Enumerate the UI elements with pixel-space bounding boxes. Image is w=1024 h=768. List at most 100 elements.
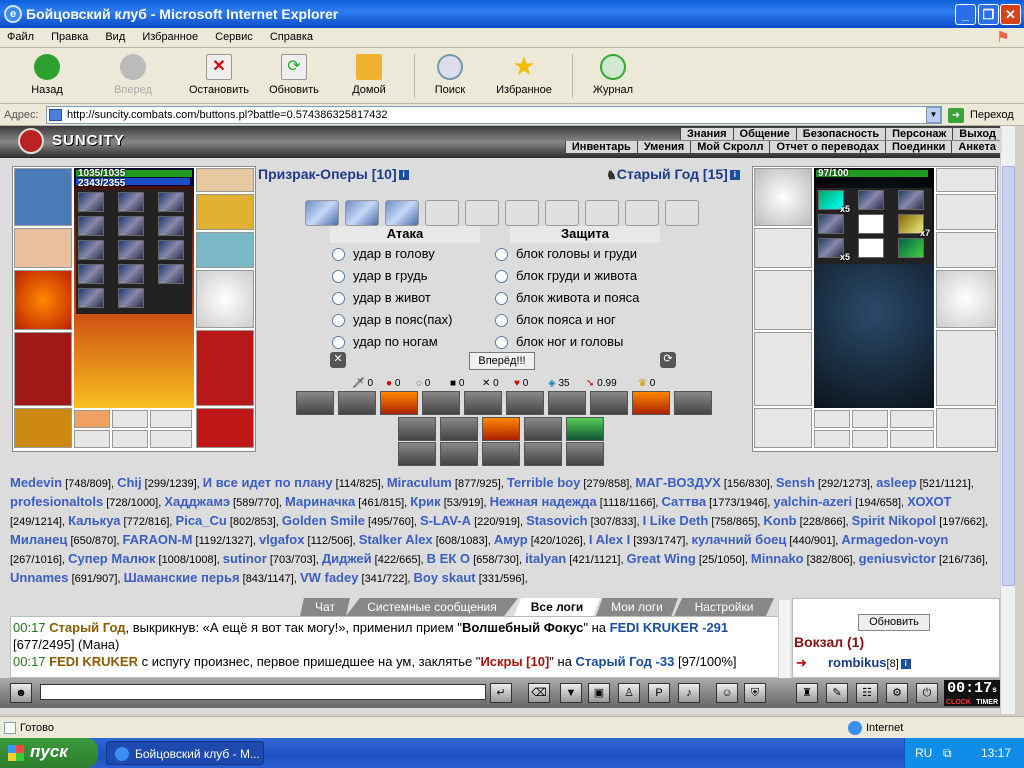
effect-icon[interactable]	[118, 264, 144, 284]
tab-chat[interactable]: Чат	[300, 598, 350, 616]
online-player-name[interactable]: ХОХОТ	[907, 494, 951, 509]
online-player-name[interactable]: geniusvictor	[859, 551, 936, 566]
music-icon[interactable]: ♪	[678, 683, 700, 703]
menu-view[interactable]: Вид	[98, 28, 132, 46]
ring-slot[interactable]	[150, 410, 192, 428]
ability-icon[interactable]	[338, 391, 376, 415]
scrollbar-thumb[interactable]	[1002, 166, 1015, 586]
online-player-name[interactable]: Хадджамэ	[164, 494, 230, 509]
radio-button[interactable]	[495, 292, 508, 306]
ability-icon[interactable]	[524, 417, 562, 441]
effect-icon[interactable]	[118, 288, 144, 308]
belt-slot[interactable]	[14, 408, 72, 448]
online-player-name[interactable]: vlgafox	[259, 532, 305, 547]
defense-option[interactable]: блок живота и пояса	[495, 290, 639, 306]
ability-icon[interactable]	[398, 417, 436, 441]
gloves-slot[interactable]	[196, 232, 254, 268]
attack-option[interactable]: удар в пояс(пах)	[332, 312, 452, 328]
enemy-helmet-slot[interactable]	[754, 168, 812, 226]
eraser-icon[interactable]: ⌫	[528, 683, 550, 703]
online-player-name[interactable]: Диджей	[322, 551, 372, 566]
forward-button[interactable]: Вперед	[108, 54, 158, 96]
online-player-name[interactable]: Крик	[410, 494, 440, 509]
translit-icon[interactable]: Р	[648, 683, 670, 703]
ability-icon[interactable]	[296, 391, 334, 415]
bracers-slot[interactable]	[14, 228, 72, 268]
radio-button[interactable]	[332, 336, 345, 350]
enemy-name[interactable]: ♞Старый Год [15] i	[606, 166, 740, 182]
page-scrollbar[interactable]	[1000, 126, 1015, 714]
effect-icon[interactable]	[898, 238, 924, 258]
gear-icon[interactable]: ⚙	[886, 683, 908, 703]
online-player-name[interactable]: Pica_Cu	[176, 513, 227, 528]
online-player-name[interactable]: asleep	[876, 475, 916, 490]
enemy-gloves-slot[interactable]	[936, 232, 996, 268]
radio-button[interactable]	[495, 336, 508, 350]
rune-slot[interactable]	[74, 430, 110, 448]
enemy-rune-slot[interactable]	[852, 430, 888, 448]
defense-option[interactable]: блок ног и головы	[495, 334, 623, 350]
ability-icon[interactable]	[440, 417, 478, 441]
radio-button[interactable]	[332, 248, 345, 262]
online-player-name[interactable]: кулачний боец	[691, 532, 786, 547]
online-player-name[interactable]: I Like Deth	[643, 513, 709, 528]
enemy-boots-slot[interactable]	[936, 408, 996, 448]
radio-button[interactable]	[332, 270, 345, 284]
online-player-name[interactable]: И все идет по плану	[203, 475, 333, 490]
scroll-slot[interactable]	[465, 200, 499, 226]
chat-input[interactable]	[40, 684, 486, 700]
scroll-slot[interactable]	[425, 200, 459, 226]
refresh-fight-icon[interactable]: ⟳	[660, 352, 676, 368]
ability-icon[interactable]	[440, 442, 478, 466]
menu-file[interactable]: Файл	[0, 28, 41, 46]
language-indicator[interactable]: RU	[915, 746, 932, 760]
online-player-name[interactable]: FARAON-M	[122, 532, 192, 547]
scroll-slot[interactable]	[345, 200, 379, 226]
fight-button[interactable]: Вперёд!!!	[469, 352, 535, 370]
tab-all-logs[interactable]: Все логи	[514, 598, 600, 616]
enemy-amulet-slot[interactable]	[936, 194, 996, 230]
online-player-name[interactable]: Terrible boy	[507, 475, 580, 490]
enemy-ring-slot[interactable]	[852, 410, 888, 428]
stop-button[interactable]: ✕ Остановить	[186, 54, 252, 96]
online-player-name[interactable]: Stalker Alex	[359, 532, 433, 547]
radio-button[interactable]	[495, 314, 508, 328]
nav-my-scroll[interactable]: Мой Скролл	[690, 141, 770, 153]
attack-option[interactable]: удар в грудь	[332, 268, 428, 284]
shuffle-icon[interactable]: ✕	[330, 352, 346, 368]
group-icon[interactable]: ☷	[856, 683, 878, 703]
online-player-name[interactable]: Шаманские перья	[124, 570, 240, 585]
refresh-room-button[interactable]: Обновить	[858, 614, 930, 631]
attack-option[interactable]: удар в живот	[332, 290, 431, 306]
nav-character[interactable]: Персонаж	[885, 128, 953, 140]
online-player-name[interactable]: Konb	[763, 513, 796, 528]
legs-slot[interactable]	[196, 330, 254, 406]
ability-icon[interactable]	[566, 442, 604, 466]
defense-option[interactable]: блок головы и груди	[495, 246, 637, 262]
nav-inventory[interactable]: Инвентарь	[564, 141, 637, 153]
online-player-name[interactable]: В ЕК О	[427, 551, 470, 566]
info-icon[interactable]: i	[900, 658, 911, 669]
radio-button[interactable]	[332, 292, 345, 306]
effect-icon[interactable]	[78, 216, 104, 236]
history-button[interactable]: Журнал	[590, 54, 636, 96]
defense-option[interactable]: блок груди и живота	[495, 268, 637, 284]
enemy-ring-slot[interactable]	[814, 410, 850, 428]
nav-exit[interactable]: Выход	[952, 128, 1002, 140]
effect-icon[interactable]	[78, 288, 104, 308]
online-player-name[interactable]: Miraculum	[387, 475, 452, 490]
ability-icon[interactable]	[632, 391, 670, 415]
ring-slot[interactable]	[112, 410, 148, 428]
effect-icon[interactable]	[858, 238, 884, 258]
ability-icon[interactable]	[380, 391, 418, 415]
earrings-slot[interactable]	[196, 168, 254, 192]
rune-slot[interactable]	[112, 430, 148, 448]
enemy-armor-slot[interactable]	[754, 332, 812, 406]
online-player-name[interactable]: Boy skaut	[414, 570, 476, 585]
weapon-slot[interactable]	[14, 270, 72, 330]
effect-icon[interactable]	[158, 216, 184, 236]
online-player-name[interactable]: Medevin	[10, 475, 62, 490]
effect-icon[interactable]	[898, 190, 924, 210]
menu-tools[interactable]: Сервис	[208, 28, 260, 46]
online-player-name[interactable]: VW fadey	[300, 570, 359, 585]
